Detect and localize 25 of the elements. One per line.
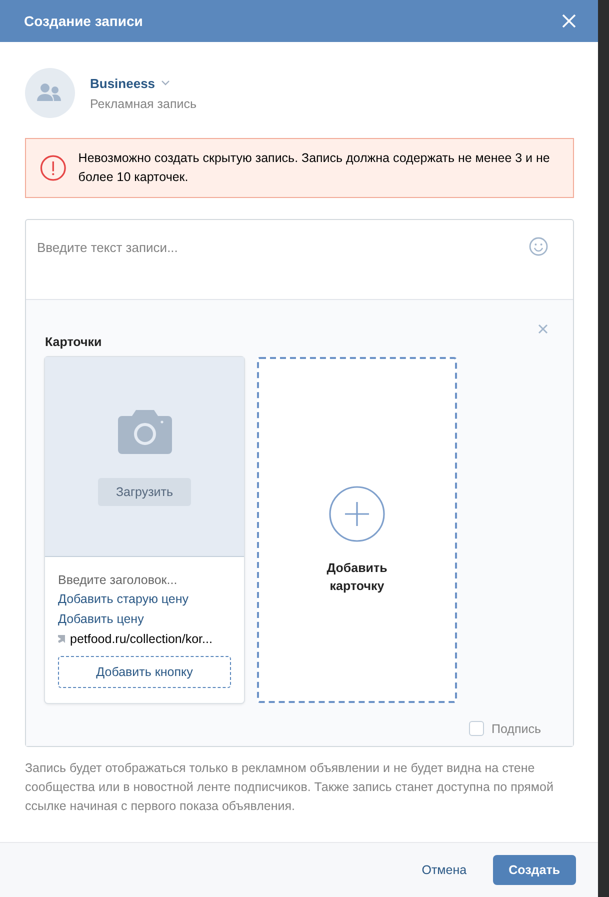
upload-button[interactable]: Загрузить <box>98 478 192 506</box>
signature-label[interactable]: Подпись <box>492 722 541 736</box>
chevron-down-icon[interactable] <box>161 80 170 86</box>
create-button[interactable]: Создать <box>492 855 576 885</box>
add-card-label: Добавить карточку <box>326 560 388 594</box>
camera-icon <box>118 408 172 454</box>
author-name[interactable]: Busineess <box>90 76 156 90</box>
card-url[interactable]: petfood.ru/collection/kor... <box>70 629 212 649</box>
cancel-button[interactable]: Отмена <box>410 855 479 885</box>
link-arrow-icon <box>58 635 65 643</box>
cards-title: Карточки <box>45 335 102 349</box>
add-price-link[interactable]: Добавить старую цену <box>58 589 231 609</box>
error-message: Невозможно создать скрытую запись. Запись должна содержать не менее 3 и не более 10 карточек. <box>78 150 551 186</box>
add-card-button[interactable]: Добавить карточку <box>257 357 457 703</box>
smiley-icon[interactable] <box>529 237 548 256</box>
add-price-link[interactable]: Добавить цену <box>58 609 231 629</box>
group-avatar-icon <box>25 68 75 118</box>
info-note: Запись будет отображаться только в рекламном объявлении и не будет видна на стене сообщества или в новостной ленте подписчиков. Также запись станет доступна по прямой ссылке начиная с первого показа объявления. <box>25 760 554 815</box>
signature-checkbox[interactable] <box>468 721 484 736</box>
modal-title: Создание записи <box>24 13 143 29</box>
add-button-button[interactable]: Добавить кнопку <box>58 656 231 688</box>
close-icon[interactable] <box>538 324 548 334</box>
plus-circle-icon <box>329 486 385 542</box>
card-title-field[interactable]: Введите заголовок... <box>58 571 231 589</box>
post-type-label: Рекламная запись <box>90 96 196 110</box>
